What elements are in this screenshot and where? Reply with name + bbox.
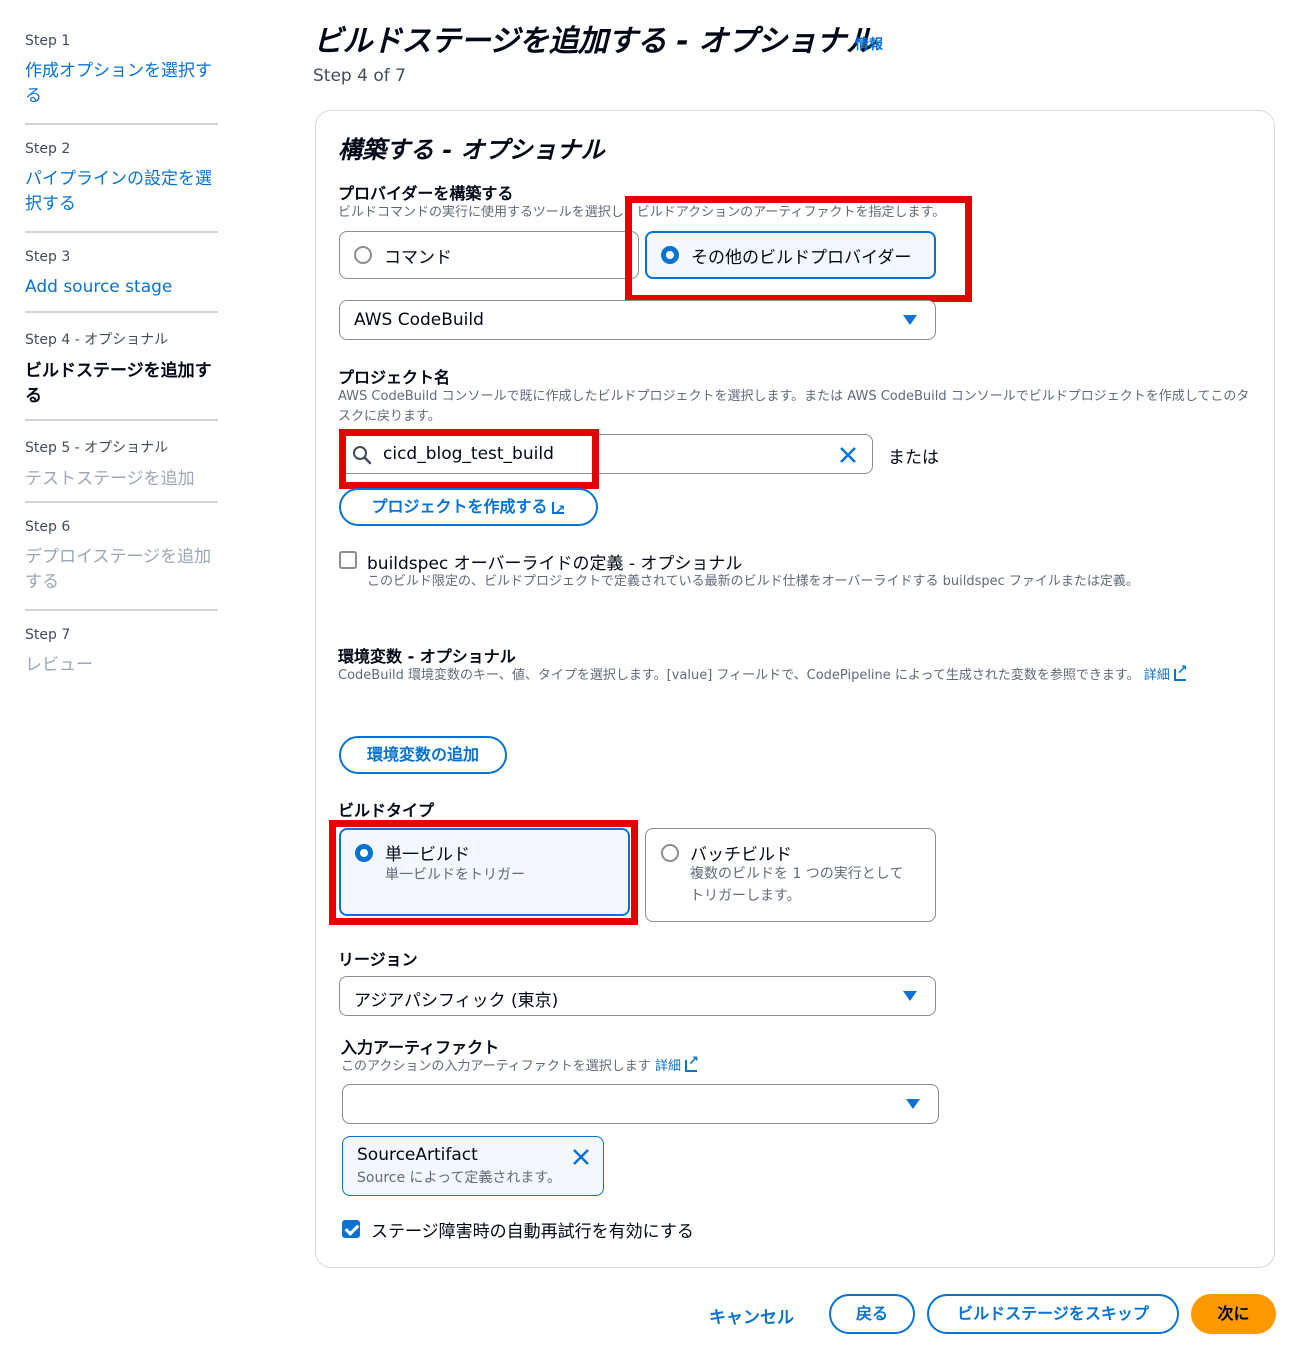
retry-label: ステージ障害時の自動再試行を有効にする: [371, 1222, 694, 1242]
step-number: Step 7: [25, 627, 71, 643]
page-step-indicator: Step 4 of 7: [313, 66, 406, 86]
project-search-value: cicd_blog_test_build: [383, 444, 554, 464]
radio-batch-build[interactable]: [661, 844, 679, 862]
next-button[interactable]: 次に: [1191, 1294, 1276, 1334]
project-search-input[interactable]: cicd_blog_test_build: [339, 434, 873, 474]
batch-build-label: バッチビルド: [690, 845, 792, 865]
artifact-token-name: SourceArtifact: [357, 1145, 478, 1165]
nav-divider: [25, 311, 218, 313]
provider-description: ビルドコマンドの実行に使用するツールを選択し、ビルドアクションのアーティファクト…: [338, 205, 946, 220]
skip-build-stage-button[interactable]: ビルドステージをスキップ: [927, 1294, 1179, 1334]
buildspec-description: このビルド限定の、ビルドプロジェクトで定義されている最新のビルド仕様をオーバーラ…: [367, 574, 1139, 589]
build-type-single[interactable]: 単一ビルド 単一ビルドをトリガー: [339, 828, 630, 916]
env-label: 環境変数 - オプショナル: [338, 647, 516, 666]
nav-divider: [25, 609, 218, 611]
retry-checkbox[interactable]: [342, 1220, 360, 1238]
artifact-token: SourceArtifact Source によって定義されます。: [342, 1136, 604, 1196]
buildspec-label: buildspec オーバーライドの定義 - オプショナル: [367, 554, 743, 574]
nav-step-5: Step 5 - オプショナル テストステージを追加: [25, 437, 218, 492]
region-select-value: アジアパシフィック (東京): [354, 991, 559, 1011]
provider-select-value: AWS CodeBuild: [354, 310, 484, 330]
section-title: 構築する - オプショナル: [338, 136, 605, 164]
option-command-label: コマンド: [384, 248, 452, 268]
env-description-text: CodeBuild 環境変数のキー、値、タイプを選択します。[value] フィ…: [338, 668, 1140, 683]
single-build-description: 単一ビルドをトリガー: [385, 867, 525, 883]
step-number: Step 3: [25, 249, 71, 265]
step-number: Step 6: [25, 519, 71, 535]
or-text: または: [888, 448, 939, 468]
single-build-label: 単一ビルド: [385, 845, 470, 865]
nav-link-step-3[interactable]: Add source stage: [25, 275, 218, 300]
radio-single-build[interactable]: [355, 844, 373, 862]
create-project-button[interactable]: プロジェクトを作成する: [339, 488, 598, 528]
external-link-icon: [1173, 661, 1188, 681]
project-description: AWS CodeBuild コンソールで既に作成したビルドプロジェクトを選択しま…: [338, 389, 1250, 424]
nav-link-step-1[interactable]: 作成オプションを選択する: [25, 59, 218, 109]
caret-down-icon: [903, 315, 917, 325]
provider-label: プロバイダーを構築する: [338, 184, 514, 203]
add-env-button[interactable]: 環境変数の追加: [339, 736, 507, 774]
nav-disabled-step-5: テストステージを追加: [25, 469, 195, 489]
step-number: Step 4 - オプショナル: [25, 332, 169, 348]
radio-other-provider[interactable]: [661, 246, 679, 264]
nav-step-2: Step 2 パイプラインの設定を選択する: [25, 141, 218, 217]
region-select[interactable]: アジアパシフィック (東京): [339, 976, 936, 1016]
nav-step-1: Step 1 作成オプションを選択する: [25, 33, 218, 109]
remove-token-icon[interactable]: [571, 1147, 591, 1167]
external-link-icon: [684, 1052, 699, 1072]
nav-step-6: Step 6 デプロイステージを追加する: [25, 519, 218, 595]
build-type-label: ビルドタイプ: [338, 801, 435, 820]
artifact-token-description: Source によって定義されます。: [357, 1170, 562, 1186]
project-label: プロジェクト名: [338, 368, 451, 387]
nav-link-step-2[interactable]: パイプラインの設定を選択する: [25, 167, 218, 217]
nav-divider: [25, 231, 218, 233]
page-title: ビルドステージを追加する - オプショナル: [313, 24, 876, 59]
provider-select[interactable]: AWS CodeBuild: [339, 300, 936, 340]
nav-divider: [25, 501, 218, 503]
nav-divider: [25, 123, 218, 125]
nav-divider: [25, 419, 218, 421]
nav-step-7: Step 7 レビュー: [25, 627, 218, 678]
region-label: リージョン: [338, 950, 418, 969]
input-artifact-label: 入力アーティファクト: [341, 1038, 500, 1057]
external-link-icon: [551, 494, 566, 528]
nav-step-3: Step 3 Add source stage: [25, 249, 218, 300]
clear-icon[interactable]: [838, 445, 858, 465]
input-artifact-description: このアクションの入力アーティファクトを選択します 詳細: [341, 1052, 699, 1077]
buildspec-checkbox[interactable]: [339, 551, 357, 569]
provider-option-command[interactable]: コマンド: [339, 231, 639, 279]
radio-command[interactable]: [354, 246, 372, 264]
step-number: Step 1: [25, 33, 71, 49]
nav-step-4: Step 4 - オプショナル ビルドステージを追加する: [25, 329, 218, 409]
provider-option-other[interactable]: その他のビルドプロバイダー: [645, 231, 936, 279]
input-detail-link[interactable]: 詳細: [655, 1059, 681, 1074]
step-number: Step 2: [25, 141, 71, 157]
input-artifact-description-text: このアクションの入力アーティファクトを選択します: [341, 1059, 651, 1074]
info-link[interactable]: 情報: [855, 34, 883, 54]
option-other-label: その他のビルドプロバイダー: [691, 248, 912, 268]
step-number: Step 5 - オプショナル: [25, 440, 169, 456]
batch-build-description: 複数のビルドを 1 つの実行としてトリガーします。: [690, 866, 904, 904]
env-description: CodeBuild 環境変数のキー、値、タイプを選択します。[value] フィ…: [338, 661, 1238, 686]
back-button[interactable]: 戻る: [829, 1294, 915, 1334]
search-icon: [353, 446, 372, 465]
nav-disabled-step-7: レビュー: [25, 655, 93, 675]
nav-disabled-step-6: デプロイステージを追加する: [25, 547, 212, 592]
input-artifact-select[interactable]: [342, 1084, 939, 1124]
cancel-button[interactable]: キャンセル: [709, 1303, 794, 1328]
build-type-batch[interactable]: バッチビルド 複数のビルドを 1 つの実行としてトリガーします。: [645, 828, 936, 922]
create-project-label: プロジェクトを作成する: [371, 497, 548, 516]
caret-down-icon: [903, 991, 917, 1001]
nav-current-step-4: ビルドステージを追加する: [25, 361, 212, 406]
caret-down-icon: [906, 1099, 920, 1109]
env-detail-link[interactable]: 詳細: [1144, 668, 1170, 683]
